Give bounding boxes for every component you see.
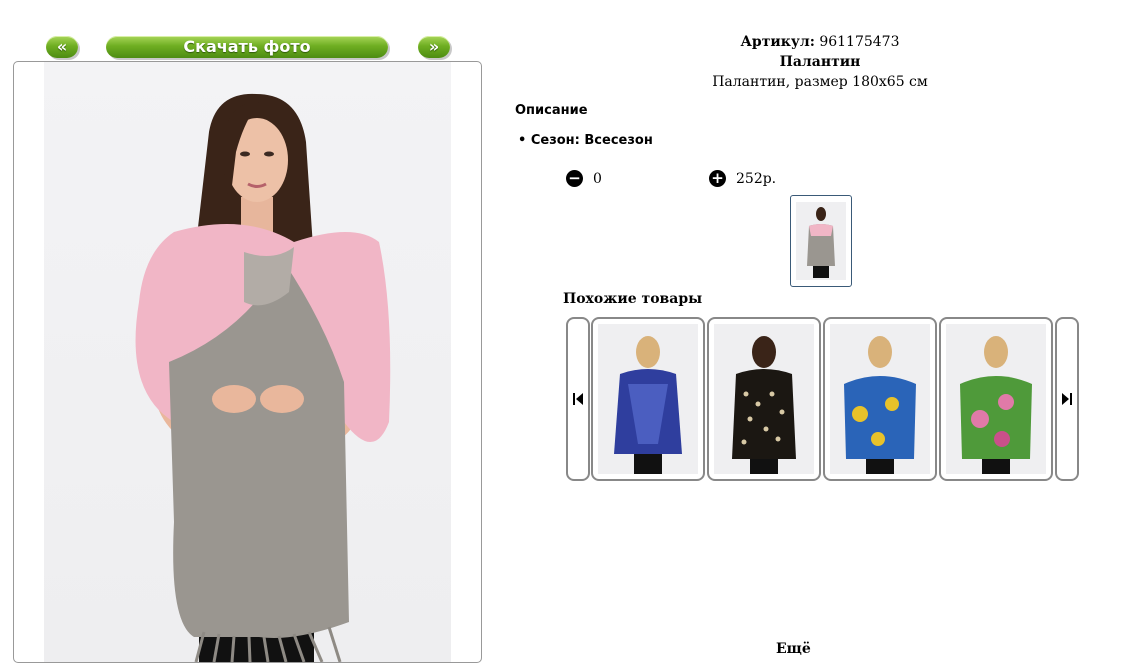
skip-back-icon xyxy=(573,393,583,405)
product-subtitle: Палантин, размер 180x65 см xyxy=(712,74,928,90)
carousel-next-button[interactable] xyxy=(1055,317,1079,481)
footer-text-fragment: Ещё xyxy=(776,641,811,657)
download-photo-button[interactable]: Скачать фото xyxy=(106,36,388,58)
model-with-scarf-image xyxy=(135,93,391,662)
similar-product-image xyxy=(714,324,814,474)
carousel-prev-button[interactable] xyxy=(566,317,590,481)
article-line: Артикул: 961175473 xyxy=(520,32,1120,52)
similar-product-image xyxy=(598,324,698,474)
main-photo-frame xyxy=(13,61,482,663)
product-info: Артикул: 961175473 Палантин Палантин, ра… xyxy=(520,32,1120,92)
price-control: + 252р. xyxy=(709,170,776,187)
photo-thumbnail[interactable] xyxy=(790,195,852,287)
similar-products-title: Похожие товары xyxy=(563,291,703,307)
product-name: Палантин xyxy=(779,54,861,70)
minus-circle-icon[interactable]: − xyxy=(566,170,583,187)
skip-forward-icon xyxy=(1062,393,1072,405)
season-item: • Сезон: Всесезон xyxy=(518,133,653,148)
description-title: Описание xyxy=(515,103,588,118)
main-product-photo xyxy=(44,62,451,662)
similar-product-card[interactable] xyxy=(939,317,1053,481)
article-value: 961175473 xyxy=(819,34,900,50)
next-photo-button[interactable]: » xyxy=(418,36,450,58)
similar-product-card[interactable] xyxy=(823,317,937,481)
similar-product-card[interactable] xyxy=(707,317,821,481)
prev-photo-button[interactable]: « xyxy=(46,36,78,58)
similar-product-image xyxy=(830,324,930,474)
similar-product-image xyxy=(946,324,1046,474)
thumbnail-image xyxy=(796,202,846,280)
article-label: Артикул: xyxy=(740,34,815,50)
quantity-value: 0 xyxy=(593,170,602,187)
quantity-control: − 0 xyxy=(566,170,602,187)
plus-circle-icon[interactable]: + xyxy=(709,170,726,187)
price-value: 252р. xyxy=(736,170,777,187)
similar-product-card[interactable] xyxy=(591,317,705,481)
